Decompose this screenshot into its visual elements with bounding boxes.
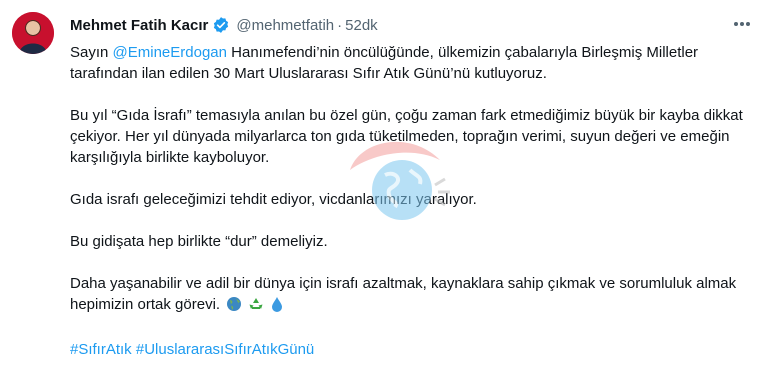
hashtag-link[interactable]: #UluslararasıSıfırAtıkGünü <box>136 341 314 358</box>
globe-emoji-icon <box>226 296 242 318</box>
separator-dot: · <box>337 16 343 34</box>
tweet-paragraph-3: Gıda israfı geleceğimizi tehdit ediyor, … <box>70 191 477 208</box>
hashtag-link[interactable]: #SıfırAtık <box>70 341 132 358</box>
paragraph-text: Daha yaşanabilir ve adil bir dünya için … <box>70 275 737 313</box>
tweet-paragraph-4: Bu gidişata hep birlikte “dur” demeliyiz… <box>70 233 328 250</box>
paragraph-text: Sayın <box>70 44 113 61</box>
mention-link[interactable]: @EmineErdogan <box>113 44 227 61</box>
tweet-header: Mehmet Fatih Kacır @mehmetfatih · 52dk <box>70 14 750 36</box>
author-handle[interactable]: @mehmetfatih <box>236 17 334 34</box>
tweet-timestamp[interactable]: 52dk <box>345 17 378 34</box>
more-options-icon[interactable] <box>732 14 752 34</box>
droplet-emoji-icon <box>270 296 284 318</box>
tweet-hashtags: #SıfırAtık #UluslararasıSıfırAtıkGünü <box>70 339 760 360</box>
author-avatar[interactable] <box>12 12 54 54</box>
tweet-paragraph-1: Sayın @EmineErdogan Hanımefendi’nin öncü… <box>70 42 760 84</box>
recycle-emoji-icon <box>248 296 264 318</box>
verified-badge-icon <box>212 16 230 34</box>
tweet-paragraph-5: Daha yaşanabilir ve adil bir dünya için … <box>70 273 760 318</box>
tweet-body: Sayın @EmineErdogan Hanımefendi’nin öncü… <box>70 42 760 381</box>
tweet-paragraph-2: Bu yıl “Gıda İsrafı” temasıyla anılan bu… <box>70 107 743 166</box>
author-name[interactable]: Mehmet Fatih Kacır <box>70 17 208 34</box>
